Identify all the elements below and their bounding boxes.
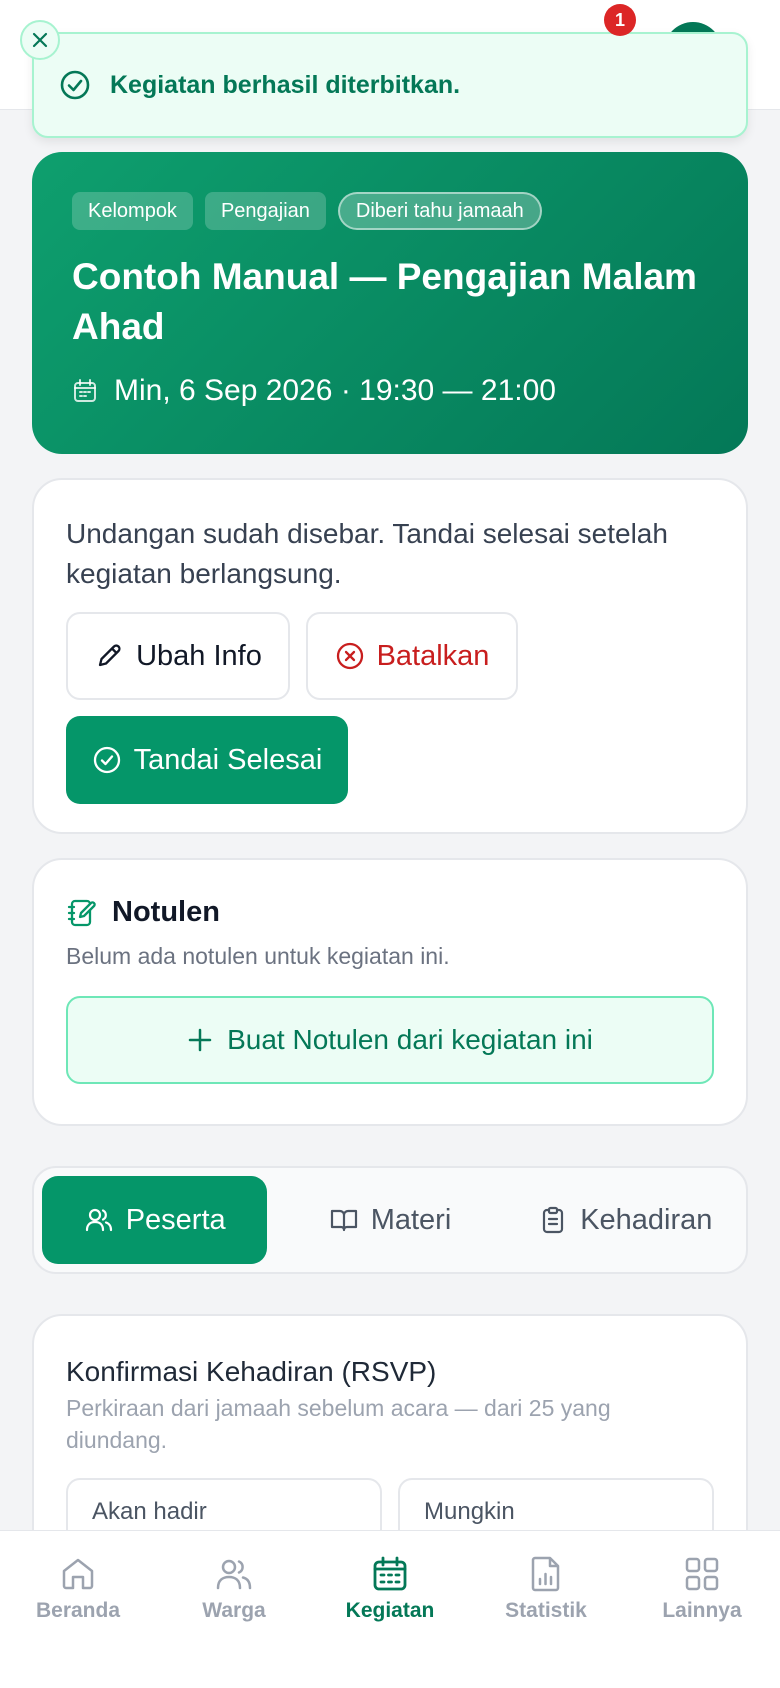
- plus-icon: [188, 1028, 212, 1052]
- tab-materi-label: Materi: [370, 1203, 452, 1236]
- calendar-icon: [74, 379, 96, 402]
- notulen-empty-text: Belum ada notulen untuk kegiatan ini.: [66, 943, 450, 969]
- edit-info-label: Ubah Info: [136, 639, 262, 672]
- create-notulen-label: Buat Notulen dari kegiatan ini: [227, 1024, 593, 1055]
- nav-beranda-label: Beranda: [35, 1599, 121, 1622]
- users-icon: [216, 1559, 252, 1590]
- chart-file-icon: [531, 1556, 560, 1592]
- event-chips: Kelompok Pengajian Diberi tahu jamaah: [72, 192, 708, 230]
- create-notulen-button[interactable]: Buat Notulen dari kegiatan ini: [66, 996, 714, 1084]
- tab-peserta[interactable]: Peserta: [42, 1176, 268, 1264]
- nav-lainnya-label: Lainnya: [662, 1599, 742, 1622]
- status-card: Undangan sudah disebar. Tandai selesai s…: [32, 478, 748, 834]
- nav-lainnya[interactable]: Lainnya: [624, 1555, 780, 1688]
- notebook-pen-icon: [67, 899, 96, 926]
- check-circle-icon: [93, 746, 120, 774]
- notulen-header: Notulen: [66, 896, 714, 929]
- chip-category: Kelompok: [72, 192, 193, 230]
- pencil-icon: [98, 644, 121, 667]
- mark-done-button[interactable]: Tandai Selesai: [66, 716, 348, 804]
- tab-kehadiran-label: Kehadiran: [580, 1203, 713, 1236]
- close-icon: [32, 32, 48, 48]
- edit-info-button[interactable]: Ubah Info: [66, 612, 290, 700]
- status-message: Undangan sudah disebar. Tandai selesai s…: [66, 518, 668, 589]
- rsvp-subtitle: Perkiraan dari jamaah sebelum acara — da…: [66, 1395, 611, 1453]
- detail-tabs: Peserta Materi Kehadiran: [32, 1166, 748, 1274]
- check-circle-icon: [60, 70, 90, 100]
- notulen-title: Notulen: [112, 896, 220, 928]
- clipboard-list-icon: [543, 1206, 564, 1234]
- event-datetime: Min, 6 Sep 2026 · 19:30 — 21:00: [72, 374, 708, 408]
- cancel-label: Batalkan: [376, 639, 490, 672]
- notulen-card: Notulen Belum ada notulen untuk kegiatan…: [32, 858, 748, 1126]
- tab-kehadiran[interactable]: Kehadiran: [513, 1176, 738, 1264]
- nav-warga[interactable]: Warga: [156, 1555, 312, 1688]
- toast-close-button[interactable]: [20, 20, 60, 60]
- nav-kegiatan[interactable]: Kegiatan: [312, 1541, 468, 1688]
- chip-type: Pengajian: [204, 192, 326, 230]
- book-open-icon: [330, 1209, 357, 1232]
- app-root: 1 Kegiatan berhasil diterbitkan. Kelompo…: [0, 0, 780, 1688]
- nav-kegiatan-label: Kegiatan: [345, 1599, 435, 1622]
- success-toast: Kegiatan berhasil diterbitkan.: [32, 32, 748, 138]
- event-datetime-text: Min, 6 Sep 2026 · 19:30 — 21:00: [114, 374, 556, 407]
- users-icon: [85, 1208, 112, 1232]
- tab-peserta-label: Peserta: [125, 1203, 226, 1236]
- status-actions: Ubah Info Batalkan: [66, 612, 714, 700]
- nav-statistik-label: Statistik: [505, 1599, 587, 1622]
- notification-badge[interactable]: 1: [604, 4, 636, 36]
- grid-icon: [685, 1557, 719, 1591]
- bottom-nav: Beranda Warga Kegiatan Statistik Lainnya: [0, 1530, 780, 1688]
- event-title: Contoh Manual — Pengajian Malam Ahad: [72, 256, 697, 347]
- event-hero-card: Kelompok Pengajian Diberi tahu jamaah Co…: [32, 152, 748, 454]
- nav-statistik[interactable]: Statistik: [468, 1555, 624, 1688]
- calendar-icon: [373, 1556, 407, 1591]
- home-icon: [62, 1558, 94, 1590]
- rsvp-title: Konfirmasi Kehadiran (RSVP): [66, 1356, 437, 1387]
- x-circle-icon: [336, 642, 363, 670]
- mark-done-label: Tandai Selesai: [133, 743, 323, 776]
- cancel-button[interactable]: Batalkan: [306, 612, 518, 700]
- nav-warga-label: Warga: [202, 1599, 266, 1622]
- tab-materi[interactable]: Materi: [277, 1176, 502, 1264]
- chip-notified: Diberi tahu jamaah: [337, 192, 542, 230]
- toast-message: Kegiatan berhasil diterbitkan.: [110, 70, 461, 99]
- nav-beranda[interactable]: Beranda: [0, 1555, 156, 1688]
